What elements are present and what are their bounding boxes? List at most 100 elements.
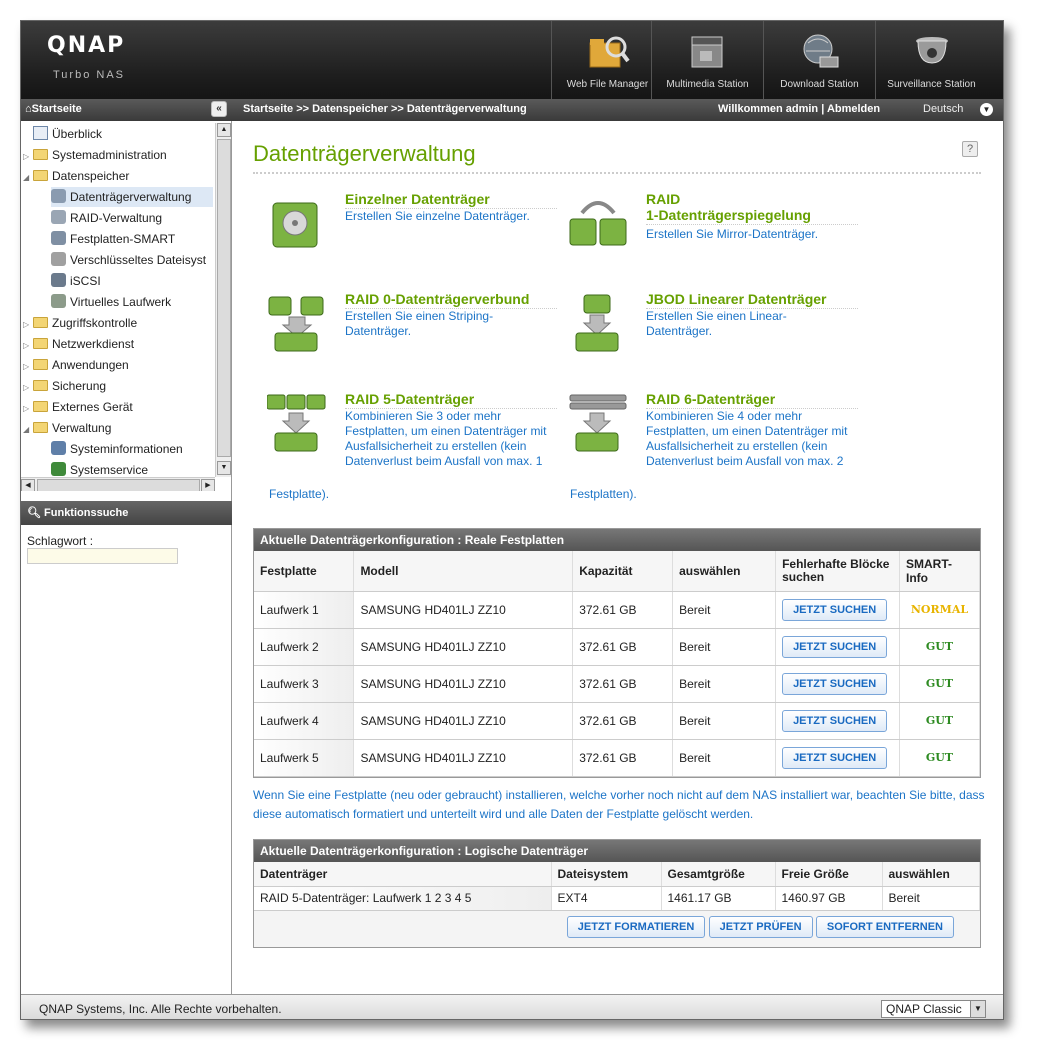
table-row[interactable]: RAID 5-Datenträger: Laufwerk 1 2 3 4 5 E… [254, 886, 980, 911]
folder-icon [33, 317, 48, 328]
scroll-thumb[interactable] [37, 479, 200, 491]
tree-item-sicherung[interactable]: ▷ Sicherung [23, 376, 213, 396]
header: QNAP Turbo NAS Web File Manager Multimed… [21, 21, 1003, 99]
top-bar: ⌂Startseite « Startseite >> Datenspeiche… [21, 99, 1003, 121]
scan-bad-blocks-button[interactable]: JETZT SUCHEN [782, 598, 888, 621]
option-desc[interactable]: Erstellen Sie einzelne Datenträger. [345, 209, 557, 224]
smart-status[interactable]: NORMAL [899, 591, 981, 629]
qnap-logo: QNAP [47, 33, 126, 58]
column-header: Fehlerhafte Blöcke suchen [775, 551, 900, 592]
scroll-thumb[interactable] [217, 139, 231, 457]
theme-select[interactable]: QNAP Classic ▼ [881, 1000, 986, 1018]
virtual-drive-icon [51, 294, 66, 308]
tree-item-verschluesseltes-dateisystem[interactable]: Verschlüsseltes Dateisyst [51, 250, 213, 270]
app-web-file-manager[interactable]: Web File Manager [551, 21, 663, 99]
collapse-icon[interactable]: ◢ [23, 420, 33, 440]
expand-icon[interactable]: ▷ [23, 147, 33, 167]
chevron-down-icon[interactable]: ▼ [970, 1001, 985, 1017]
option-desc-continuation[interactable]: Festplatten). [570, 487, 637, 501]
logical-volumes-table: Datenträger Dateisystem Gesamtgröße Frei… [254, 862, 980, 911]
tree-item-datenspeicher[interactable]: ◢ Datenspeicher [23, 166, 213, 186]
tree-item-festplatten-smart[interactable]: Festplatten-SMART [51, 229, 213, 249]
home-icon: ⌂ [25, 103, 32, 115]
tree-item-datentraegerverwaltung[interactable]: Datenträgerverwaltung [51, 187, 213, 207]
option-desc[interactable]: Kombinieren Sie 4 oder mehr Festplatten,… [646, 409, 858, 469]
tree-item-netzwerkdienst[interactable]: ▷ Netzwerkdienst [23, 334, 213, 354]
smart-status[interactable]: GUT [899, 702, 981, 740]
option-jbod[interactable]: JBOD Linearer Datenträger Erstellen Sie … [568, 291, 868, 361]
check-now-button[interactable]: JETZT PRÜFEN [708, 915, 813, 938]
tree-item-virtuelles-laufwerk[interactable]: Virtuelles Laufwerk [51, 292, 213, 312]
language-label[interactable]: Deutsch [923, 103, 963, 115]
expand-icon[interactable]: ▷ [23, 399, 33, 419]
expand-icon[interactable]: ▷ [23, 336, 33, 356]
tree-vertical-scrollbar[interactable]: ▲ ▼ [215, 123, 231, 477]
tree-item-anwendungen[interactable]: ▷ Anwendungen [23, 355, 213, 375]
scroll-left-icon[interactable]: ◀ [21, 479, 35, 491]
remove-now-button[interactable]: SOFORT ENTFERNEN [815, 915, 954, 938]
home-link[interactable]: ⌂Startseite [25, 103, 82, 115]
scan-bad-blocks-button[interactable]: JETZT SUCHEN [782, 672, 888, 695]
option-desc-continuation[interactable]: Festplatte). [269, 487, 329, 501]
tree-item-zugriffskontrolle[interactable]: ▷ Zugriffskontrolle [23, 313, 213, 333]
option-raid6[interactable]: RAID 6-Datenträger Kombinieren Sie 4 ode… [568, 391, 868, 491]
option-desc[interactable]: Kombinieren Sie 3 oder mehr Festplatten,… [345, 409, 557, 469]
panel-header: Aktuelle Datenträgerkonfiguration : Logi… [254, 840, 980, 862]
smart-status[interactable]: GUT [899, 739, 981, 777]
option-raid1[interactable]: RAID 1-Datenträgerspiegelung Erstellen S… [568, 191, 868, 261]
tree-item-systemadministration[interactable]: ▷ Systemadministration [23, 145, 213, 165]
folder-icon [33, 401, 48, 412]
smart-status[interactable]: GUT [899, 665, 981, 703]
option-raid5[interactable]: RAID 5-Datenträger Kombinieren Sie 3 ode… [267, 391, 567, 491]
scroll-down-icon[interactable]: ▼ [217, 461, 231, 475]
table-row: Laufwerk 2 SAMSUNG HD401LJ ZZ10 372.61 G… [254, 628, 981, 666]
search-icon: 🔍︎ [27, 507, 45, 519]
app-surveillance-station[interactable]: Surveillance Station [875, 21, 987, 99]
option-single-volume[interactable]: Einzelner Datenträger Erstellen Sie einz… [267, 191, 567, 261]
option-title[interactable]: RAID 1-Datenträgerspiegelung [646, 191, 858, 225]
option-title[interactable]: JBOD Linearer Datenträger [646, 291, 858, 309]
collapse-sidebar-button[interactable]: « [211, 101, 227, 117]
language-dropdown-icon[interactable]: ▼ [980, 103, 993, 116]
logout-link[interactable]: Abmelden [827, 103, 880, 115]
expand-icon[interactable]: ▷ [23, 378, 33, 398]
model-cell: SAMSUNG HD401LJ ZZ10 [353, 739, 574, 777]
help-icon[interactable]: ? [962, 141, 978, 157]
option-desc[interactable]: Erstellen Sie Mirror-Datenträger. [646, 227, 858, 242]
capacity-cell: 372.61 GB [572, 739, 674, 777]
option-title[interactable]: RAID 5-Datenträger [345, 391, 557, 409]
column-header: auswählen [882, 862, 980, 887]
tree-item-systeminformationen[interactable]: Systeminformationen [51, 439, 213, 459]
tree-item-ueberblick[interactable]: Überblick [23, 124, 213, 144]
option-title[interactable]: RAID 6-Datenträger [646, 391, 858, 409]
option-desc[interactable]: Erstellen Sie einen Linear- Datenträger. [646, 309, 858, 339]
expand-icon[interactable]: ▷ [23, 357, 33, 377]
tree-item-verwaltung[interactable]: ◢ Verwaltung [23, 418, 213, 438]
option-desc[interactable]: Erstellen Sie einen Striping- Datenträge… [345, 309, 557, 339]
expand-icon[interactable]: ▷ [23, 315, 33, 335]
keyword-input[interactable] [27, 548, 178, 564]
scan-bad-blocks-button[interactable]: JETZT SUCHEN [782, 635, 888, 658]
tree-item-externes-geraet[interactable]: ▷ Externes Gerät [23, 397, 213, 417]
option-title[interactable]: RAID 0-Datenträgerverbund [345, 291, 557, 309]
welcome-text: Willkommen admin [718, 103, 819, 115]
overview-icon [33, 126, 48, 140]
smart-status[interactable]: GUT [899, 628, 981, 666]
app-download-station[interactable]: Download Station [763, 21, 875, 99]
column-header: SMART-Info [899, 551, 981, 592]
tree-item-iscsi[interactable]: iSCSI [51, 271, 213, 291]
scroll-right-icon[interactable]: ▶ [201, 479, 215, 491]
collapse-icon[interactable]: ◢ [23, 168, 33, 188]
scroll-up-icon[interactable]: ▲ [217, 123, 231, 137]
tree-horizontal-scrollbar[interactable]: ◀ ▶ [21, 477, 215, 491]
tree-item-raid-verwaltung[interactable]: RAID-Verwaltung [51, 208, 213, 228]
format-now-button[interactable]: JETZT FORMATIEREN [566, 915, 706, 938]
scan-bad-blocks-button[interactable]: JETZT SUCHEN [782, 746, 888, 769]
physical-disks-panel: Aktuelle Datenträgerkonfiguration : Real… [253, 528, 981, 778]
logo-tagline: Turbo NAS [53, 69, 126, 81]
option-raid0[interactable]: RAID 0-Datenträgerverbund Erstellen Sie … [267, 291, 567, 361]
folder-icon [33, 380, 48, 391]
option-title[interactable]: Einzelner Datenträger [345, 191, 557, 209]
app-multimedia-station[interactable]: Multimedia Station [651, 21, 763, 99]
scan-bad-blocks-button[interactable]: JETZT SUCHEN [782, 709, 888, 732]
